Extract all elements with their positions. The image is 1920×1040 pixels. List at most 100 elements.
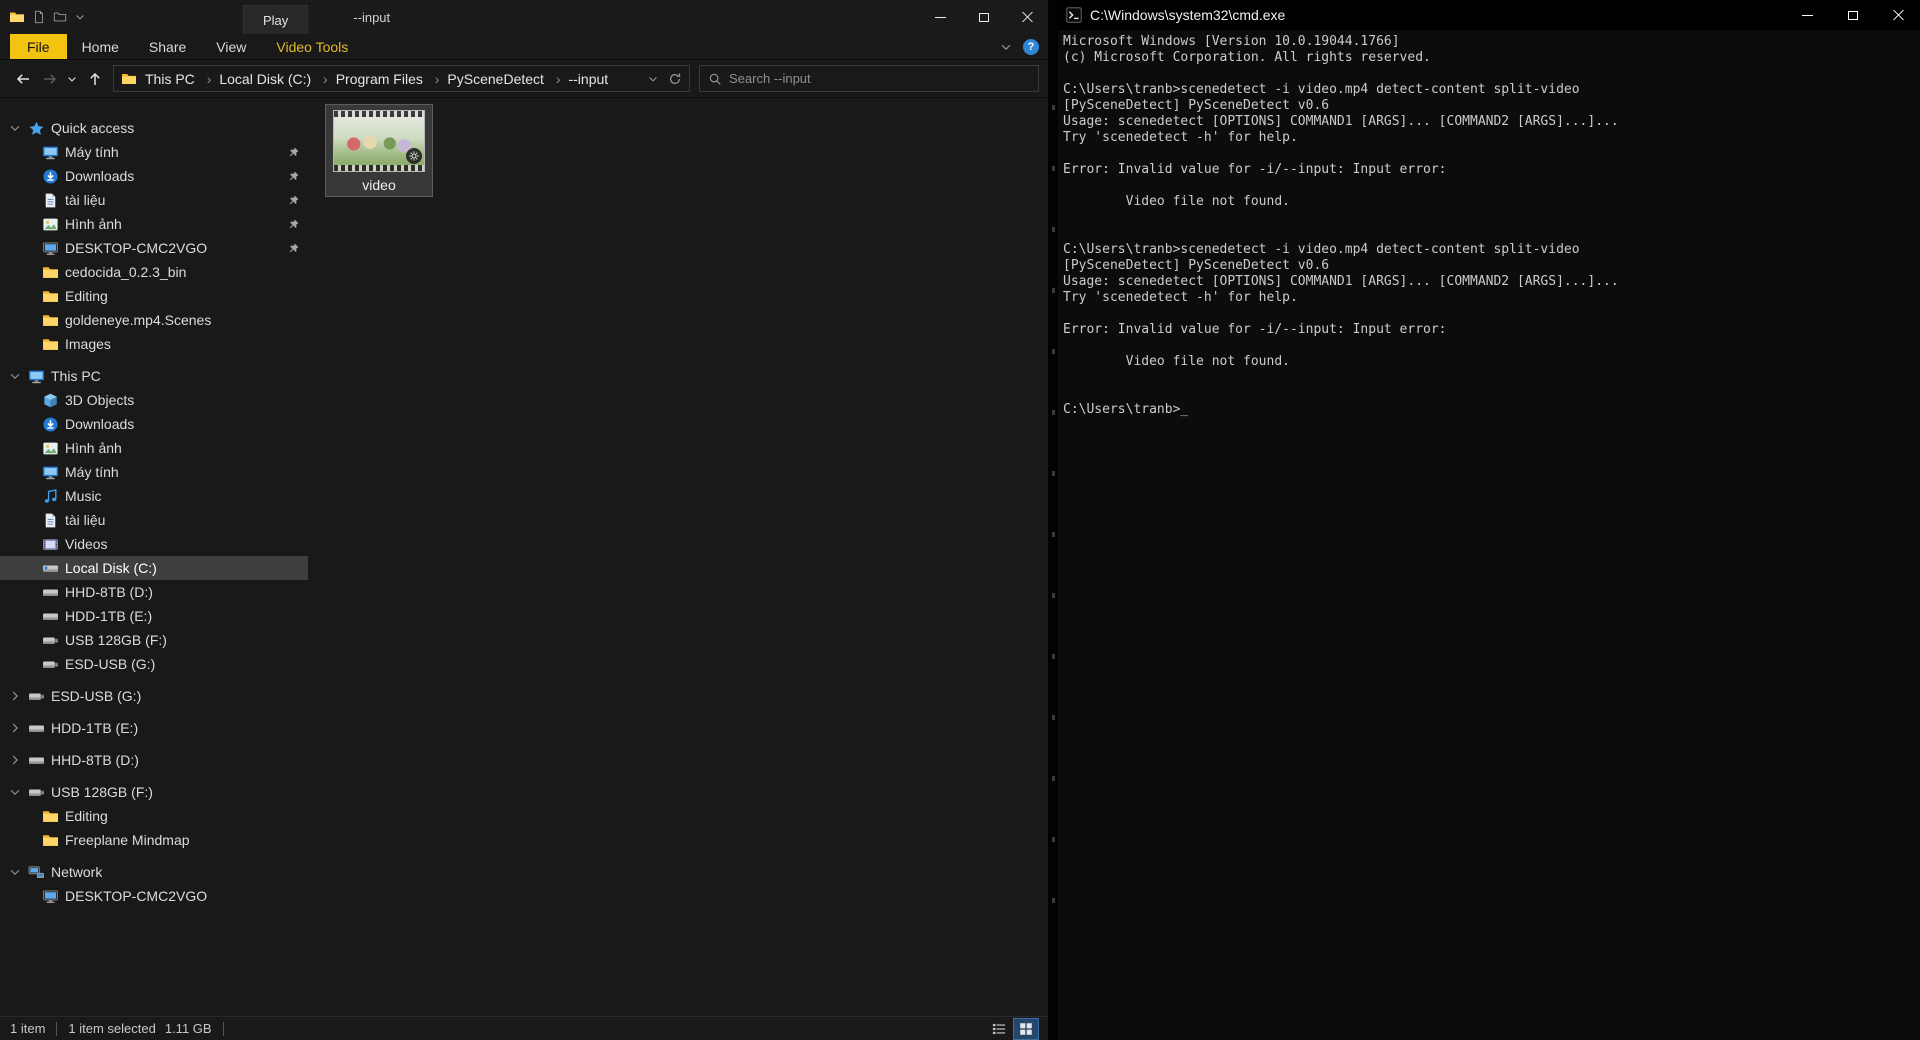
expand-chevron-icon[interactable] [22,809,36,823]
expand-chevron-icon[interactable] [22,657,36,671]
address-dropdown-chevron-icon[interactable] [647,73,659,85]
recent-locations-button[interactable] [63,66,81,92]
forward-button[interactable] [36,66,63,92]
address-bar[interactable]: This PC Local Disk (C:) Program Files Py… [113,65,690,92]
sidebar-item[interactable]: Local Disk (C:) [0,556,308,580]
expand-chevron-icon[interactable] [22,489,36,503]
sidebar-item[interactable]: DESKTOP-CMC2VGO [0,236,308,260]
sidebar-item[interactable]: goldeneye.mp4.Scenes [0,308,308,332]
expand-chevron-icon[interactable] [22,265,36,279]
sidebar-item[interactable]: Quick access [0,116,308,140]
ribbon-tab[interactable]: File [10,34,67,59]
expand-chevron-icon[interactable] [22,633,36,647]
search-box[interactable] [699,65,1039,92]
ribbon-tab[interactable]: Video Tools [261,34,363,59]
thumbnails-view-button[interactable] [1013,1017,1039,1040]
chevron-right-icon[interactable] [8,721,22,735]
expand-chevron-icon[interactable] [22,441,36,455]
sidebar-item[interactable]: Hình ảnh [0,436,308,460]
breadcrumb-item[interactable]: Local Disk (C:) [219,71,335,87]
sidebar-item[interactable]: This PC [0,364,308,388]
sidebar-item[interactable]: ESD-USB (G:) [0,684,308,708]
cmd-maximize-button[interactable] [1830,0,1875,30]
refresh-icon[interactable] [668,72,682,86]
minimize-button[interactable] [919,0,962,34]
details-view-button[interactable] [987,1019,1011,1039]
expand-chevron-icon[interactable] [22,169,36,183]
sidebar-item[interactable]: Editing [0,284,308,308]
sidebar-item[interactable]: 3D Objects [0,388,308,412]
qat-new-folder-icon[interactable] [53,10,67,24]
sidebar-item[interactable]: tài liệu [0,188,308,212]
qat-customize-chevron-icon[interactable] [74,11,86,23]
back-button[interactable] [9,66,36,92]
sidebar-item[interactable]: Editing [0,804,308,828]
sidebar-item[interactable]: Music [0,484,308,508]
chevron-right-icon[interactable] [8,753,22,767]
sidebar-item[interactable]: Videos [0,532,308,556]
qat-properties-icon[interactable] [32,10,46,24]
maximize-button[interactable] [962,0,1005,34]
breadcrumb-item[interactable]: Program Files [336,71,448,87]
expand-chevron-icon[interactable] [22,193,36,207]
expand-chevron-icon[interactable] [22,289,36,303]
chevron-down-icon[interactable] [8,785,22,799]
expand-chevron-icon[interactable] [22,217,36,231]
ribbon-tab[interactable]: Share [134,34,201,59]
sidebar-item[interactable]: DESKTOP-CMC2VGO [0,884,308,908]
breadcrumb-item[interactable]: This PC [145,71,219,87]
chevron-down-icon[interactable] [8,369,22,383]
expand-chevron-icon[interactable] [22,833,36,847]
help-icon[interactable]: ? [1023,38,1039,55]
expand-chevron-icon[interactable] [22,145,36,159]
cmd-minimize-button[interactable] [1785,0,1830,30]
sidebar-item[interactable]: Máy tính [0,140,308,164]
expand-chevron-icon[interactable] [22,889,36,903]
expand-chevron-icon[interactable] [22,337,36,351]
chevron-down-icon[interactable] [8,121,22,135]
chevron-right-icon[interactable] [8,689,22,703]
document-icon [42,192,59,209]
chevron-down-icon[interactable] [8,865,22,879]
sidebar-item[interactable]: USB 128GB (F:) [0,780,308,804]
sidebar-item[interactable]: USB 128GB (F:) [0,628,308,652]
sidebar-item[interactable]: Máy tính [0,460,308,484]
up-button[interactable] [81,66,108,92]
ribbon-tab[interactable]: View [201,34,261,59]
sidebar-item[interactable]: Images [0,332,308,356]
expand-ribbon-chevron-icon[interactable] [999,40,1013,54]
expand-chevron-icon[interactable] [22,241,36,255]
console[interactable]: Microsoft Windows [Version 10.0.19044.17… [1058,30,1920,1040]
expand-chevron-icon[interactable] [22,313,36,327]
expand-chevron-icon[interactable] [22,609,36,623]
sidebar-item[interactable]: Freeplane Mindmap [0,828,308,852]
expand-chevron-icon[interactable] [22,393,36,407]
file-list-area[interactable]: video [308,98,1048,1016]
sidebar-item[interactable]: Network [0,860,308,884]
expand-chevron-icon[interactable] [22,513,36,527]
search-input[interactable] [729,71,1030,86]
sidebar-item[interactable]: HHD-8TB (D:) [0,748,308,772]
breadcrumb-item[interactable]: PySceneDetect [447,71,568,87]
star-icon [28,120,45,137]
ribbon-tab[interactable]: Home [67,34,134,59]
contextual-tab-play[interactable]: Play [243,5,309,34]
sidebar-item[interactable]: Hình ảnh [0,212,308,236]
file-item[interactable]: video [325,104,433,197]
sidebar-item[interactable]: HDD-1TB (E:) [0,716,308,740]
expand-chevron-icon[interactable] [22,561,36,575]
breadcrumb-item[interactable]: --input [568,71,608,87]
cmd-close-button[interactable] [1875,0,1920,30]
expand-chevron-icon[interactable] [22,585,36,599]
close-button[interactable] [1005,0,1048,34]
expand-chevron-icon[interactable] [22,465,36,479]
sidebar-item[interactable]: HDD-1TB (E:) [0,604,308,628]
expand-chevron-icon[interactable] [22,417,36,431]
expand-chevron-icon[interactable] [22,537,36,551]
sidebar-item[interactable]: ESD-USB (G:) [0,652,308,676]
sidebar-item[interactable]: cedocida_0.2.3_bin [0,260,308,284]
sidebar-item[interactable]: Downloads [0,164,308,188]
sidebar-item[interactable]: tài liệu [0,508,308,532]
sidebar-item[interactable]: HHD-8TB (D:) [0,580,308,604]
sidebar-item[interactable]: Downloads [0,412,308,436]
